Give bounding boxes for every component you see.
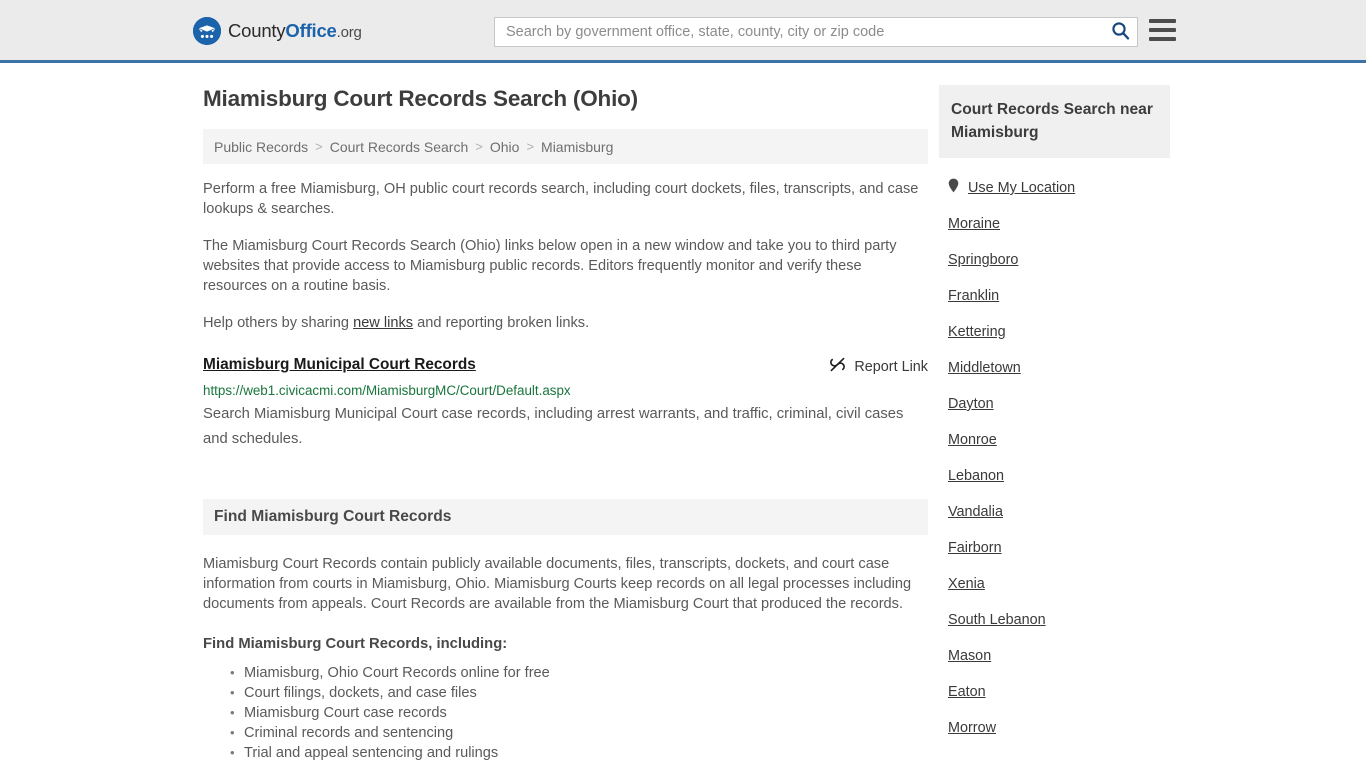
brand-part-org: .org bbox=[336, 24, 362, 41]
city-link[interactable]: Lebanon bbox=[948, 468, 1004, 484]
sidebar-item-kettering[interactable]: Kettering bbox=[939, 314, 1170, 350]
city-link[interactable]: Middletown bbox=[948, 360, 1021, 376]
brand-part-office: Office bbox=[285, 20, 337, 41]
hamburger-menu-button[interactable] bbox=[1149, 19, 1176, 41]
list-item: Trial and appeal sentencing and rulings bbox=[230, 743, 928, 763]
city-link[interactable]: Mason bbox=[948, 648, 991, 664]
find-records-bullet-list: Miamisburg, Ohio Court Records online fo… bbox=[203, 663, 928, 763]
list-item: Court filings, dockets, and case files bbox=[230, 683, 928, 703]
city-link[interactable]: Kettering bbox=[948, 324, 1006, 340]
sidebar-item-lebanon[interactable]: Lebanon bbox=[939, 458, 1170, 494]
main-content: Miamisburg Court Records Search (Ohio) P… bbox=[203, 85, 928, 763]
find-records-subheading: Find Miamisburg Court Records, including… bbox=[203, 636, 508, 652]
breadcrumb-separator-1: > bbox=[315, 139, 323, 154]
intro-paragraph-2: The Miamisburg Court Records Search (Ohi… bbox=[203, 238, 897, 294]
sidebar-item-eaton[interactable]: Eaton bbox=[939, 674, 1170, 710]
city-link[interactable]: Franklin bbox=[948, 288, 999, 304]
sidebar-item-middletown[interactable]: Middletown bbox=[939, 350, 1170, 386]
sidebar: Court Records Search near Miamisburg Use… bbox=[939, 85, 1170, 746]
search-button[interactable] bbox=[1103, 18, 1137, 46]
city-link[interactable]: Eaton bbox=[948, 684, 986, 700]
city-link[interactable]: Morrow bbox=[948, 720, 996, 736]
hamburger-bar-1 bbox=[1149, 19, 1176, 23]
city-link[interactable]: Springboro bbox=[948, 252, 1018, 268]
page-title: Miamisburg Court Records Search (Ohio) bbox=[203, 86, 638, 111]
share-text-before: Help others by sharing bbox=[203, 315, 354, 331]
sidebar-item-springboro[interactable]: Springboro bbox=[939, 242, 1170, 278]
intro-paragraph-1: Perform a free Miamisburg, OH public cou… bbox=[203, 181, 919, 217]
result-title-link[interactable]: Miamisburg Municipal Court Records bbox=[203, 355, 476, 375]
sidebar-item-south-lebanon[interactable]: South Lebanon bbox=[939, 602, 1170, 638]
sidebar-nearby-list: Use My Location Moraine Springboro Frank… bbox=[939, 158, 1170, 746]
city-link[interactable]: Vandalia bbox=[948, 504, 1003, 520]
site-header: CountyOffice.org bbox=[0, 0, 1366, 63]
result-header-row: Miamisburg Municipal Court Records Repor… bbox=[203, 355, 928, 377]
result-item: Miamisburg Municipal Court Records Repor… bbox=[203, 355, 928, 452]
find-records-heading: Find Miamisburg Court Records bbox=[214, 508, 452, 525]
city-link[interactable]: Fairborn bbox=[948, 540, 1002, 556]
city-link[interactable]: South Lebanon bbox=[948, 612, 1046, 628]
sidebar-item-fairborn[interactable]: Fairborn bbox=[939, 530, 1170, 566]
sidebar-item-franklin[interactable]: Franklin bbox=[939, 278, 1170, 314]
hamburger-bar-2 bbox=[1149, 28, 1176, 32]
brand-part-county: County bbox=[228, 20, 286, 41]
sidebar-item-moraine[interactable]: Moraine bbox=[939, 206, 1170, 242]
breadcrumb: Public Records > Court Records Search > … bbox=[203, 129, 928, 164]
search-bar bbox=[494, 17, 1138, 47]
breadcrumb-item-miamisburg: Miamisburg bbox=[541, 138, 614, 155]
city-link[interactable]: Xenia bbox=[948, 576, 985, 592]
list-item: Miamisburg, Ohio Court Records online fo… bbox=[230, 663, 928, 683]
list-item: Criminal records and sentencing bbox=[230, 723, 928, 743]
search-icon bbox=[1111, 21, 1130, 43]
hamburger-bar-3 bbox=[1149, 37, 1176, 41]
sidebar-item-monroe[interactable]: Monroe bbox=[939, 422, 1170, 458]
sidebar-item-use-my-location[interactable]: Use My Location bbox=[939, 170, 1170, 206]
sidebar-item-xenia[interactable]: Xenia bbox=[939, 566, 1170, 602]
site-logo-link[interactable]: CountyOffice.org bbox=[193, 17, 362, 45]
breadcrumb-item-court-records-search[interactable]: Court Records Search bbox=[330, 139, 469, 155]
breadcrumb-item-ohio[interactable]: Ohio bbox=[490, 139, 520, 155]
find-records-paragraph: Miamisburg Court Records contain publicl… bbox=[203, 556, 912, 612]
city-link[interactable]: Moraine bbox=[948, 216, 1000, 232]
intro-paragraph-3: Help others by sharing new links and rep… bbox=[203, 313, 928, 333]
share-text-after: and reporting broken links. bbox=[413, 315, 590, 331]
report-link-label: Report Link bbox=[854, 358, 928, 375]
city-link[interactable]: Dayton bbox=[948, 396, 994, 412]
sidebar-item-morrow[interactable]: Morrow bbox=[939, 710, 1170, 746]
result-url[interactable]: https://web1.civicacmi.com/MiamisburgMC/… bbox=[203, 382, 928, 399]
map-pin-icon bbox=[948, 178, 959, 198]
sidebar-header: Court Records Search near Miamisburg bbox=[939, 85, 1170, 158]
breadcrumb-separator-2: > bbox=[475, 139, 483, 154]
report-link-button[interactable]: Report Link bbox=[829, 355, 928, 377]
eagle-stars-logo-icon bbox=[193, 17, 221, 45]
brand-wordmark: CountyOffice.org bbox=[228, 20, 362, 42]
sidebar-heading: Court Records Search near Miamisburg bbox=[951, 101, 1153, 141]
header-inner: CountyOffice.org bbox=[0, 0, 1366, 60]
breadcrumb-separator-3: > bbox=[526, 139, 535, 154]
search-input[interactable] bbox=[495, 18, 1103, 46]
result-description: Search Miamisburg Municipal Court case r… bbox=[203, 406, 904, 447]
sidebar-item-mason[interactable]: Mason bbox=[939, 638, 1170, 674]
find-records-section-header: Find Miamisburg Court Records bbox=[203, 499, 928, 535]
broken-link-icon bbox=[829, 356, 846, 377]
list-item: Miamisburg Court case records bbox=[230, 703, 928, 723]
sidebar-item-vandalia[interactable]: Vandalia bbox=[939, 494, 1170, 530]
city-link[interactable]: Monroe bbox=[948, 432, 997, 448]
find-records-section-body: Miamisburg Court Records contain publicl… bbox=[203, 535, 928, 763]
sidebar-item-dayton[interactable]: Dayton bbox=[939, 386, 1170, 422]
breadcrumb-item-public-records[interactable]: Public Records bbox=[214, 139, 308, 155]
new-links-link[interactable]: new links bbox=[353, 315, 413, 331]
use-my-location-link[interactable]: Use My Location bbox=[968, 180, 1075, 196]
